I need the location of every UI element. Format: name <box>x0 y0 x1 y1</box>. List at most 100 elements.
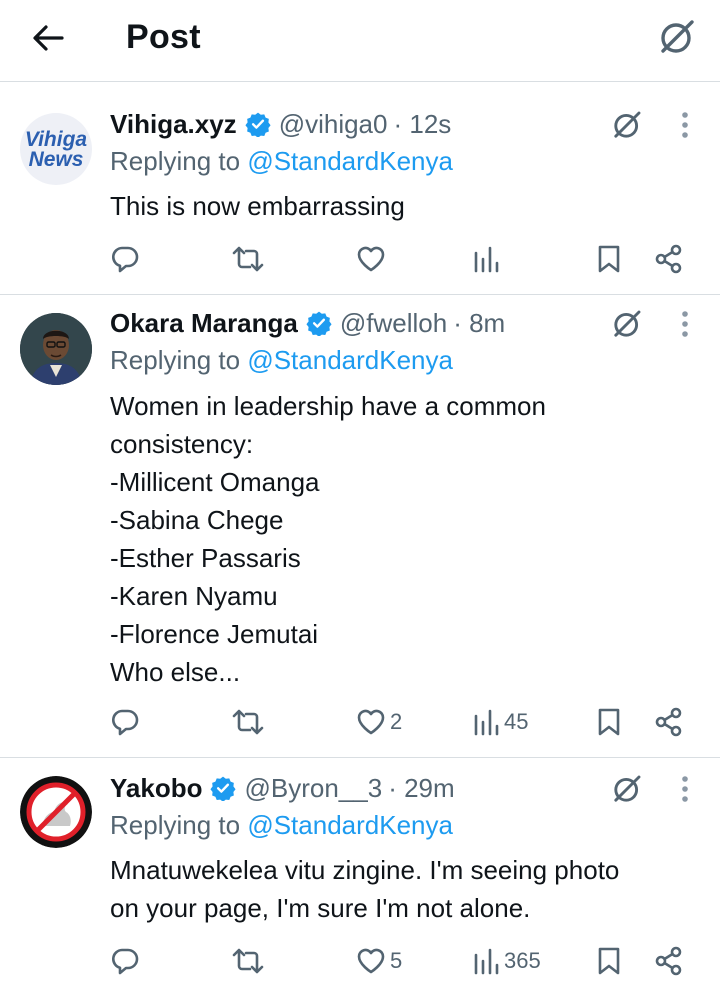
display-name[interactable]: Okara Maranga <box>110 308 298 339</box>
verified-badge-icon <box>210 776 237 801</box>
views-icon <box>474 246 499 273</box>
post-text-line: -Sabina Chege <box>110 505 284 535</box>
like-count: 2 <box>390 709 403 734</box>
views-button[interactable]: 365 <box>472 941 541 981</box>
reply-button[interactable] <box>110 239 140 279</box>
heart-icon <box>357 246 385 272</box>
grok-icon <box>614 775 641 802</box>
more-button[interactable] <box>670 304 700 344</box>
heart-icon <box>357 709 385 735</box>
share-icon <box>655 707 682 737</box>
mention-link[interactable]: @StandardKenya <box>247 810 453 840</box>
verified-badge-icon <box>306 311 332 336</box>
reply-post[interactable]: Okara Maranga @fwelloh · 8m Replying to … <box>0 296 720 758</box>
bookmark-icon <box>598 245 620 273</box>
page-title: Post <box>126 18 201 56</box>
like-button[interactable] <box>356 239 390 279</box>
replying-to: Replying to @StandardKenya <box>110 345 453 376</box>
share-icon <box>655 244 682 274</box>
back-button[interactable] <box>28 20 68 56</box>
replying-to: Replying to @StandardKenya <box>110 810 453 841</box>
post-header: Yakobo @Byron__3 · 29m <box>110 770 590 806</box>
repost-icon <box>232 948 264 974</box>
post-text-line: Mnatuwekelea vitu zingine. I'm seeing ph… <box>110 855 620 885</box>
post-time: · 8m <box>453 307 506 338</box>
view-count: 45 <box>504 709 529 734</box>
share-button[interactable] <box>654 239 684 279</box>
reply-button[interactable] <box>110 702 140 742</box>
grok-icon <box>614 111 641 138</box>
repost-button[interactable] <box>232 239 264 279</box>
reply-icon <box>111 709 139 736</box>
reply-button[interactable] <box>110 941 140 981</box>
post-text-line: This is now embarrassing <box>110 191 405 221</box>
avatar[interactable] <box>20 313 92 385</box>
share-button[interactable] <box>654 702 684 742</box>
repost-button[interactable] <box>232 941 264 981</box>
user-handle[interactable]: @Byron__3 <box>244 773 382 804</box>
reply-post[interactable]: Vihiga News Vihiga.xyz @vihiga0 · 12s Re… <box>0 83 720 295</box>
vihiga-news-logo: Vihiga News <box>25 128 88 171</box>
avatar[interactable]: Vihiga News <box>20 113 92 185</box>
views-button[interactable] <box>472 239 504 279</box>
grok-button[interactable] <box>604 304 650 344</box>
user-handle[interactable]: @vihiga0 <box>279 109 388 140</box>
share-icon <box>655 946 682 976</box>
post-text: Mnatuwekelea vitu zingine. I'm seeing ph… <box>110 851 690 927</box>
more-button[interactable] <box>670 105 700 145</box>
views-button[interactable]: 45 <box>472 702 528 742</box>
verified-badge-icon <box>245 112 271 137</box>
bookmark-icon <box>598 708 620 736</box>
bookmark-button[interactable] <box>596 239 622 279</box>
replying-to-label: Replying to <box>110 146 241 176</box>
post-text-line: -Karen Nyamu <box>110 581 278 611</box>
like-count: 5 <box>390 948 403 973</box>
share-button[interactable] <box>654 941 684 981</box>
post-text-line: -Florence Jemutai <box>110 619 319 649</box>
views-icon <box>474 709 499 736</box>
avatar-illustration <box>20 313 92 385</box>
more-button[interactable] <box>670 769 700 809</box>
action-bar: 2 45 <box>0 702 720 742</box>
display-name[interactable]: Vihiga.xyz <box>110 109 237 140</box>
like-button[interactable]: 5 <box>356 941 402 981</box>
reply-icon <box>111 246 139 273</box>
view-count: 365 <box>504 948 541 973</box>
post-time: · 12s <box>393 108 452 139</box>
bookmark-button[interactable] <box>596 702 622 742</box>
avatar[interactable] <box>20 776 92 848</box>
more-vertical-icon <box>682 112 688 138</box>
post-text: This is now embarrassing <box>110 187 690 225</box>
reply-icon <box>111 948 139 975</box>
like-button[interactable]: 2 <box>356 702 402 742</box>
mention-link[interactable]: @StandardKenya <box>247 146 453 176</box>
more-vertical-icon <box>682 776 688 802</box>
post-text-line: Who else... <box>110 657 241 687</box>
repost-icon <box>232 246 264 272</box>
user-handle[interactable]: @fwelloh <box>340 308 447 339</box>
post-text-line: consistency: <box>110 429 254 459</box>
post-time: · 29m <box>388 772 455 803</box>
post-text-line: Women in leadership have a common <box>110 391 546 421</box>
more-vertical-icon <box>682 311 688 337</box>
grok-icon <box>661 20 694 53</box>
reply-post[interactable]: Yakobo @Byron__3 · 29m Replying to @Stan… <box>0 759 720 986</box>
action-bar: 5 365 <box>0 941 720 981</box>
heart-icon <box>357 948 385 974</box>
mention-link[interactable]: @StandardKenya <box>247 345 453 375</box>
repost-button[interactable] <box>232 702 264 742</box>
replying-to-label: Replying to <box>110 345 241 375</box>
replying-to-label: Replying to <box>110 810 241 840</box>
avatar-illustration <box>20 776 92 848</box>
arrow-left-icon <box>33 25 64 51</box>
repost-icon <box>232 709 264 735</box>
grok-button[interactable] <box>652 14 702 60</box>
bookmark-icon <box>598 947 620 975</box>
bookmark-button[interactable] <box>596 941 622 981</box>
post-text-line: -Esther Passaris <box>110 543 301 573</box>
post-text-line: -Millicent Omanga <box>110 467 320 497</box>
logo-line-2: News <box>29 148 84 171</box>
display-name[interactable]: Yakobo <box>110 773 202 804</box>
grok-button[interactable] <box>604 105 650 145</box>
grok-button[interactable] <box>604 769 650 809</box>
